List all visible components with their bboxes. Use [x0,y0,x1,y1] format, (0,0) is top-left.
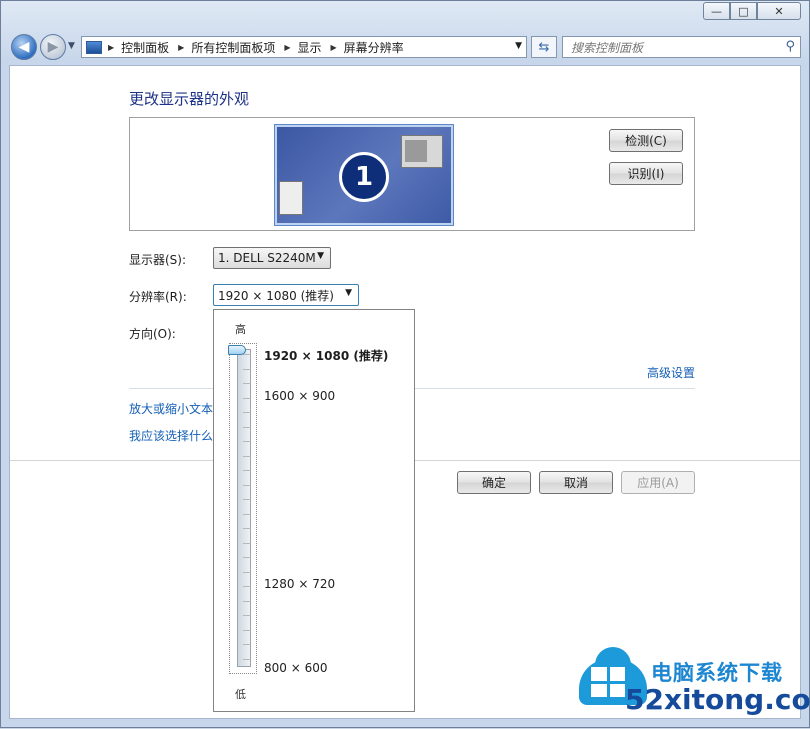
search-box[interactable]: ⚲ [562,36,801,58]
slider-low-label: 低 [235,688,246,701]
monitor-window-icon [401,135,443,168]
slider-tick [243,484,251,486]
resolution-slider-thumb[interactable] [228,345,246,355]
identify-button[interactable]: 识别(I) [609,162,683,185]
slider-tick [243,528,251,529]
maximize-button[interactable]: □ [730,2,757,20]
slider-high-label: 高 [235,323,246,336]
navigation-bar: ◀ ▶ ▼ ▶ 控制面板 ▶ 所有控制面板项 ▶ 显示 ▶ 屏幕分辨率 ▼ ⇆ … [9,33,801,61]
slider-tick [243,658,251,660]
windows-logo-icon [591,667,625,697]
slider-tick [243,600,251,602]
slider-tick [243,513,251,515]
breadcrumb-item-display[interactable]: 显示 [298,39,322,56]
slider-tick [243,441,251,442]
slider-tick [243,412,251,413]
orientation-label: 方向(O): [129,327,176,341]
slider-tick [243,557,251,558]
breadcrumb-separator-icon[interactable]: ▶ [331,43,337,52]
refresh-button[interactable]: ⇆ [531,36,557,58]
apply-button[interactable]: 应用(A) [621,471,695,494]
breadcrumb-item-screen-resolution[interactable]: 屏幕分辨率 [344,39,404,56]
caption-buttons: — □ ✕ [703,2,801,20]
display-select-value: 1. DELL S2240M [218,251,316,265]
slider-tick [243,383,251,384]
display-select[interactable]: 1. DELL S2240M ▼ [213,247,331,269]
search-icon[interactable]: ⚲ [785,39,795,54]
address-dropdown-icon[interactable]: ▼ [515,41,522,51]
resolution-label: 分辨率(R): [129,290,187,304]
resolution-dropdown[interactable]: 高 1920 × 1080 (推荐) 1600 × 900 1280 × 720… [213,309,415,712]
monitor-thumbnail[interactable]: 1 [274,124,454,226]
back-arrow-icon: ◀ [18,39,30,55]
slider-tick [243,629,251,631]
monitor-window-icon [279,181,303,215]
chevron-down-icon: ▼ [317,251,324,261]
minimize-button[interactable]: — [703,2,730,20]
resolution-select-value: 1920 × 1080 (推荐) [218,288,334,303]
slider-tick [243,354,251,355]
site-watermark: 电脑系统下载 52xitong.com [573,647,810,729]
watermark-url: 52xitong.com [625,683,810,716]
slider-tick [243,542,251,544]
resolution-slider-track[interactable] [229,343,257,674]
page-title: 更改显示器的外观 [129,90,250,108]
back-button[interactable]: ◀ [11,34,37,60]
cancel-button[interactable]: 取消 [539,471,613,494]
slider-tick [243,615,251,616]
advanced-settings-link[interactable]: 高级设置 [647,364,695,381]
recent-pages-dropdown-icon[interactable]: ▼ [68,41,75,51]
slider-tick [243,571,251,573]
refresh-icon: ⇆ [538,39,550,55]
slider-tick [243,586,251,587]
window: — □ ✕ ◀ ▶ ▼ ▶ 控制面板 ▶ 所有控制面板项 ▶ 显示 ▶ 屏幕分辨… [0,0,810,728]
monitor-preview-panel: 1 检测(C) 识别(I) [129,117,695,231]
slider-tick [243,470,251,471]
slider-tick [243,426,251,428]
resolution-option-800x600[interactable]: 800 × 600 [264,661,328,675]
breadcrumb-item-control-panel[interactable]: 控制面板 [121,39,169,56]
slider-tick [243,499,251,500]
zoom-text-link[interactable]: 放大或缩小文本 [129,400,213,417]
forward-arrow-icon: ▶ [47,39,59,55]
forward-button[interactable]: ▶ [40,34,66,60]
resolution-option-1920x1080[interactable]: 1920 × 1080 (推荐) [264,347,388,364]
slider-tick [243,368,251,370]
resolution-option-1600x900[interactable]: 1600 × 900 [264,389,335,403]
search-input[interactable] [569,38,773,58]
content-pane: 更改显示器的外观 1 检测(C) 识别(I) 显示器(S): 1. DELL S… [9,65,801,719]
breadcrumb-separator-icon[interactable]: ▶ [284,43,290,52]
ok-button[interactable]: 确定 [457,471,531,494]
slider-tick [243,644,251,645]
which-settings-link[interactable]: 我应该选择什么 [129,427,213,444]
control-panel-icon [86,40,102,54]
resolution-option-1280x720[interactable]: 1280 × 720 [264,577,335,591]
address-bar[interactable]: ▶ 控制面板 ▶ 所有控制面板项 ▶ 显示 ▶ 屏幕分辨率 ▼ [81,36,527,58]
display-label: 显示器(S): [129,253,187,267]
breadcrumb-separator-icon: ▶ [108,42,115,52]
breadcrumb-item-all-items[interactable]: 所有控制面板项 [191,39,275,56]
slider-tick [243,455,251,457]
breadcrumb-separator-icon[interactable]: ▶ [178,43,184,52]
resolution-select[interactable]: 1920 × 1080 (推荐) ▼ [213,284,359,306]
detect-button[interactable]: 检测(C) [609,129,683,152]
close-button[interactable]: ✕ [757,2,801,20]
chevron-down-icon: ▼ [345,288,352,298]
breadcrumb: ▶ 控制面板 ▶ 所有控制面板项 ▶ 显示 ▶ 屏幕分辨率 [108,39,413,56]
slider-tick [243,397,251,399]
monitor-number-badge: 1 [339,152,389,202]
